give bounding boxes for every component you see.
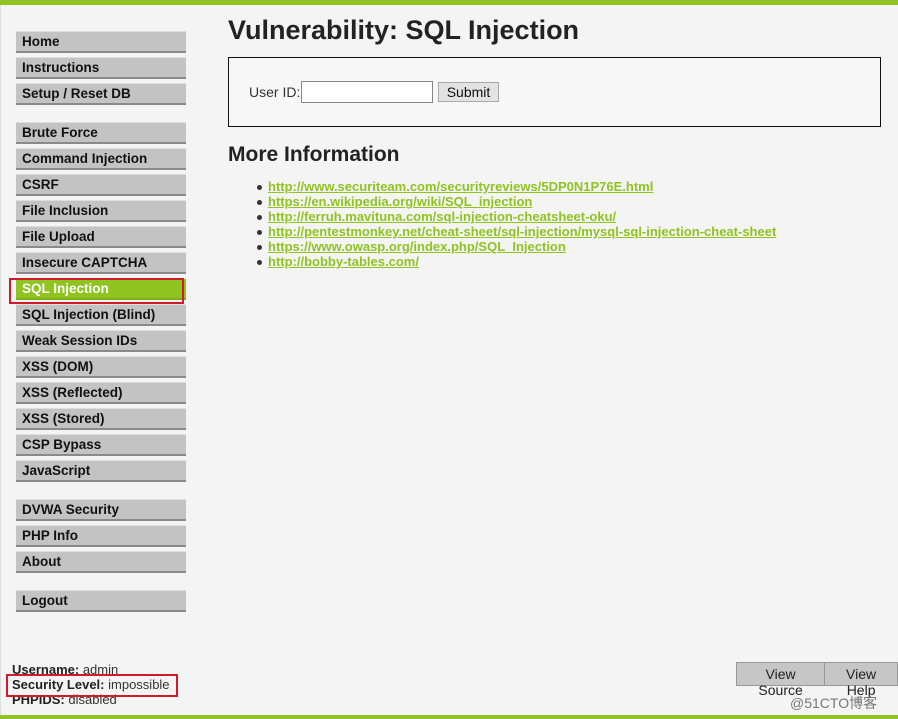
menu-item-xss-stored[interactable]: XSS (Stored) [16, 408, 186, 430]
view-help-button[interactable]: View Help [825, 662, 898, 698]
menu-group: Home Instructions Setup / Reset DB [16, 31, 186, 105]
menu-item-file-upload[interactable]: File Upload [16, 226, 186, 248]
menu-item-php-info[interactable]: PHP Info [16, 525, 186, 547]
bullet-icon [257, 245, 262, 250]
more-information-heading: More Information [228, 143, 400, 166]
menu-item-csp-bypass[interactable]: CSP Bypass [16, 434, 186, 456]
user-id-form: User ID: Submit [228, 57, 881, 127]
bottom-accent-bar [0, 715, 898, 719]
user-id-input[interactable] [301, 81, 433, 103]
menu-item-xss-dom[interactable]: XSS (DOM) [16, 356, 186, 378]
reference-link-item: http://www.securiteam.com/securityreview… [250, 179, 776, 194]
submit-button[interactable]: Submit [438, 82, 499, 102]
menu-item-sql-injection[interactable]: SQL Injection [16, 278, 186, 300]
left-border [0, 5, 1, 715]
reference-link[interactable]: http://ferruh.mavituna.com/sql-injection… [268, 209, 616, 224]
security-level-line: Security Level: impossible [12, 677, 170, 692]
reference-link[interactable]: http://pentestmonkey.net/cheat-sheet/sql… [268, 224, 776, 239]
reference-link-item: http://pentestmonkey.net/cheat-sheet/sql… [250, 224, 776, 239]
bullet-icon [257, 185, 262, 190]
user-status: Username: admin Security Level: impossib… [12, 662, 170, 707]
menu-group: Logout [16, 590, 186, 612]
menu-group: DVWA Security PHP Info About [16, 499, 186, 573]
menu-item-file-inclusion[interactable]: File Inclusion [16, 200, 186, 222]
menu-item-logout[interactable]: Logout [16, 590, 186, 612]
top-accent-bar [0, 0, 898, 5]
menu-item-setup-reset-db[interactable]: Setup / Reset DB [16, 83, 186, 105]
reference-link[interactable]: https://www.owasp.org/index.php/SQL_Inje… [268, 239, 566, 254]
user-id-label: User ID: [249, 84, 301, 100]
username-line: Username: admin [12, 662, 170, 677]
bullet-icon [257, 230, 262, 235]
menu-item-insecure-captcha[interactable]: Insecure CAPTCHA [16, 252, 186, 274]
menu-item-about[interactable]: About [16, 551, 186, 573]
watermark: @51CTO博客 [790, 695, 878, 711]
menu-item-brute-force[interactable]: Brute Force [16, 122, 186, 144]
reference-links: http://www.securiteam.com/securityreview… [250, 179, 776, 269]
security-level-label: Security Level: [12, 677, 105, 692]
footer-buttons: View Source View Help [736, 662, 898, 698]
menu-item-command-injection[interactable]: Command Injection [16, 148, 186, 170]
reference-link-item: https://www.owasp.org/index.php/SQL_Inje… [250, 239, 776, 254]
reference-link-item: http://bobby-tables.com/ [250, 254, 776, 269]
menu-item-javascript[interactable]: JavaScript [16, 460, 186, 482]
menu-item-dvwa-security[interactable]: DVWA Security [16, 499, 186, 521]
reference-link-item: http://ferruh.mavituna.com/sql-injection… [250, 209, 776, 224]
menu-item-csrf[interactable]: CSRF [16, 174, 186, 196]
username-value: admin [82, 662, 119, 677]
bullet-icon [257, 260, 262, 265]
phpids-label: PHPIDS: [12, 692, 65, 707]
menu-item-weak-session-ids[interactable]: Weak Session IDs [16, 330, 186, 352]
menu-item-xss-reflected[interactable]: XSS (Reflected) [16, 382, 186, 404]
menu-item-sql-injection-blind[interactable]: SQL Injection (Blind) [16, 304, 186, 326]
menu-group: Brute Force Command Injection CSRF File Inc… [16, 122, 186, 482]
phpids-value: disabled [68, 692, 117, 707]
main-menu: Home Instructions Setup / Reset DB Brute Fo… [16, 31, 186, 629]
menu-item-instructions[interactable]: Instructions [16, 57, 186, 79]
phpids-line: PHPIDS: disabled [12, 692, 170, 707]
view-source-button[interactable]: View Source [736, 662, 826, 698]
reference-link-item: https://en.wikipedia.org/wiki/SQL_inject… [250, 194, 776, 209]
reference-link[interactable]: http://bobby-tables.com/ [268, 254, 419, 269]
menu-item-home[interactable]: Home [16, 31, 186, 53]
security-level-value: impossible [108, 677, 170, 692]
reference-link[interactable]: https://en.wikipedia.org/wiki/SQL_inject… [268, 194, 532, 209]
reference-link[interactable]: http://www.securiteam.com/securityreview… [268, 179, 653, 194]
bullet-icon [257, 200, 262, 205]
username-label: Username: [12, 662, 80, 677]
bullet-icon [257, 215, 262, 220]
page-title: Vulnerability: SQL Injection [228, 15, 580, 45]
